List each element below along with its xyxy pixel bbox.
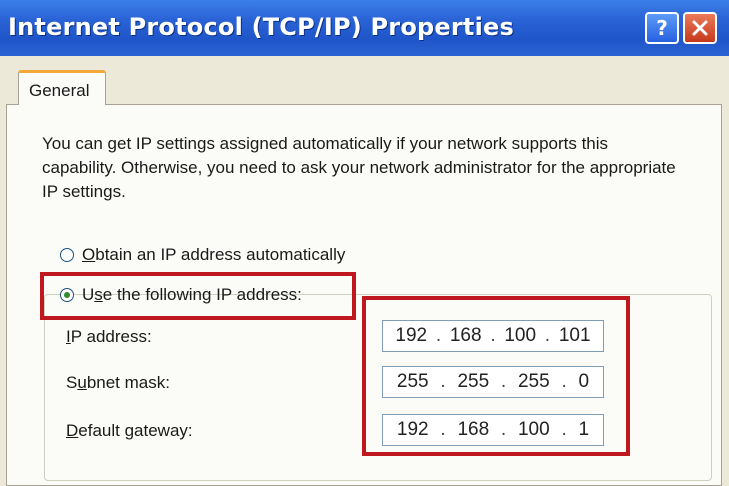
svg-text:?: ? [656, 17, 668, 39]
tab-general[interactable]: General [18, 70, 106, 105]
description-text: You can get IP settings assigned automat… [42, 134, 676, 201]
tab-general-label: General [29, 81, 90, 100]
ip-fields-highlight-box [362, 296, 630, 456]
subnet-mask-label: Subnet mask: [66, 373, 170, 392]
radio-unchecked-icon [60, 248, 74, 262]
close-icon [692, 20, 708, 36]
window-title: Internet Protocol (TCP/IP) Properties [8, 13, 514, 41]
title-bar: Internet Protocol (TCP/IP) Properties ? [0, 0, 729, 56]
obtain-ip-automatically-radio[interactable]: Obtain an IP address automatically [60, 243, 345, 267]
close-button[interactable] [683, 12, 717, 44]
obtain-ip-automatically-label: Obtain an IP address automatically [82, 245, 346, 264]
help-icon: ? [656, 17, 668, 39]
ip-address-label: IP address: [66, 327, 152, 346]
help-button[interactable]: ? [645, 12, 679, 44]
radio-highlight-box [40, 272, 356, 320]
default-gateway-label: Default gateway: [66, 421, 193, 440]
